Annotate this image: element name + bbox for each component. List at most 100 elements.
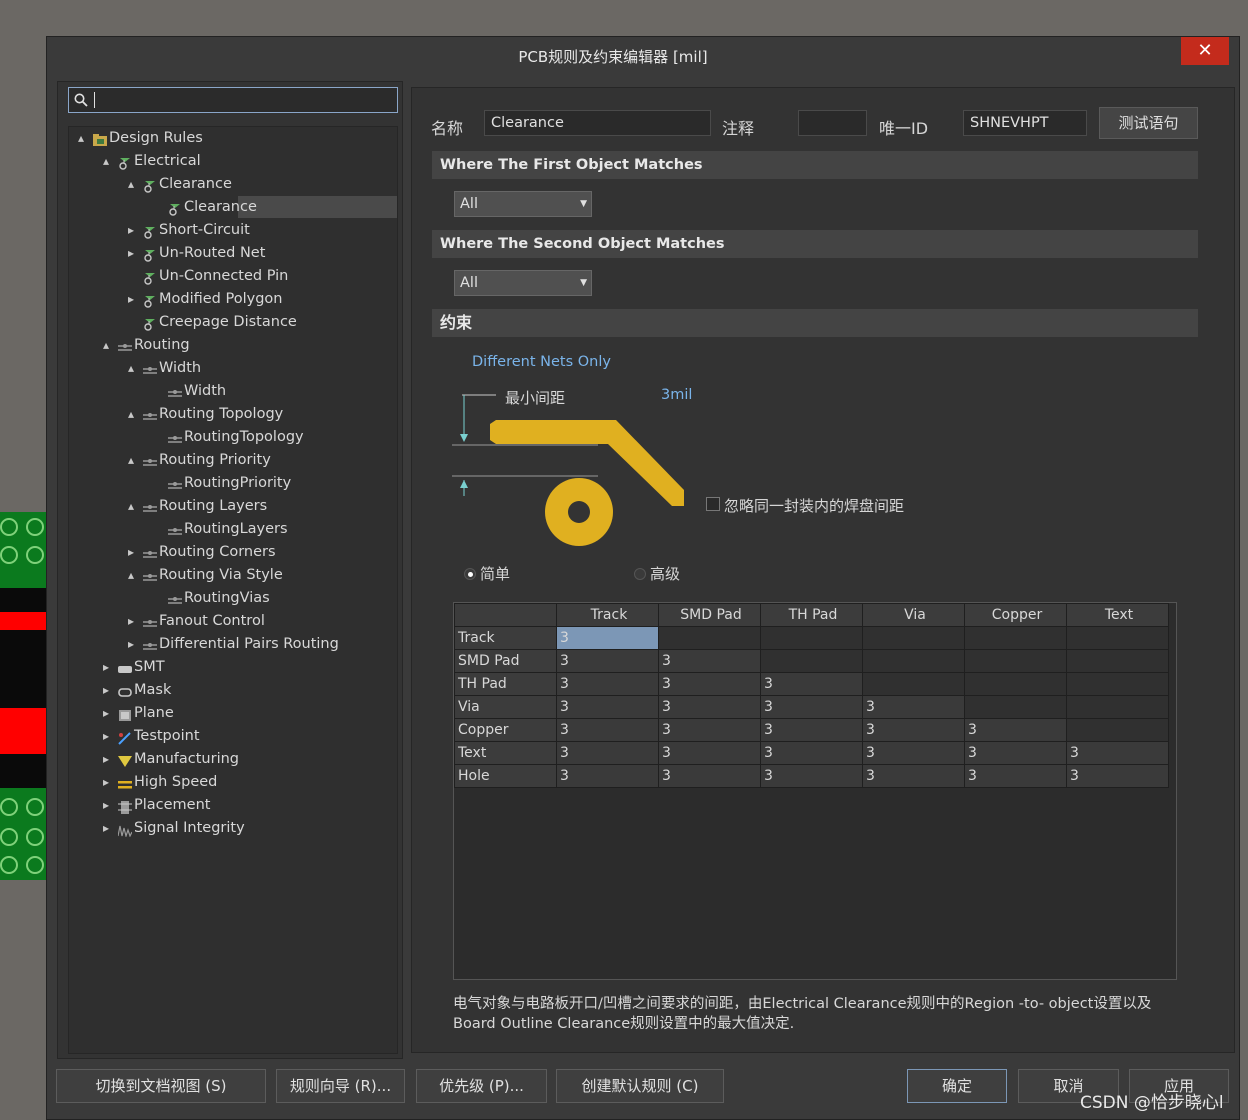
collapse-arrow-icon[interactable]: ▴	[100, 334, 112, 356]
matrix-cell[interactable]: 3	[556, 695, 659, 719]
expand-arrow-icon[interactable]: ▸	[100, 656, 112, 678]
expand-arrow-icon[interactable]: ▸	[100, 748, 112, 770]
test-query-button[interactable]: 测试语句	[1099, 107, 1198, 139]
tree-item-fanout-control[interactable]: ▸ Fanout Control	[69, 610, 395, 632]
matrix-cell[interactable]: 3	[556, 672, 659, 696]
matrix-cell[interactable]: 3	[862, 741, 965, 765]
collapse-arrow-icon[interactable]: ▴	[125, 495, 137, 517]
matrix-cell[interactable]: 3	[556, 649, 659, 673]
expand-arrow-icon[interactable]: ▸	[100, 771, 112, 793]
expand-arrow-icon[interactable]: ▸	[125, 633, 137, 655]
matrix-cell[interactable]: 3	[658, 649, 761, 673]
unique-id-field[interactable]: SHNEVHPT	[963, 110, 1087, 136]
tree-item-short-circuit[interactable]: ▸ Short-Circuit	[69, 219, 395, 241]
expand-arrow-icon[interactable]: ▸	[100, 817, 112, 839]
tree-item-creepage-distance[interactable]: Creepage Distance	[69, 311, 395, 333]
matrix-cell[interactable]: 3	[760, 672, 863, 696]
tree-item-differential-pairs-routing[interactable]: ▸ Differential Pairs Routing	[69, 633, 395, 655]
rule-wizard-button[interactable]: 规则向导 (R)...	[276, 1069, 405, 1103]
matrix-cell[interactable]: 3	[760, 764, 863, 788]
expand-arrow-icon[interactable]: ▸	[100, 702, 112, 724]
tree-item-modified-polygon[interactable]: ▸ Modified Polygon	[69, 288, 395, 310]
collapse-arrow-icon[interactable]: ▴	[100, 150, 112, 172]
first-object-select[interactable]: All ▼	[454, 191, 592, 217]
matrix-cell[interactable]: 3	[862, 718, 965, 742]
second-object-select[interactable]: All ▼	[454, 270, 592, 296]
matrix-cell[interactable]: 3	[862, 764, 965, 788]
matrix-cell[interactable]: 3	[862, 695, 965, 719]
comment-field[interactable]	[798, 110, 867, 136]
priority-button[interactable]: 优先级 (P)...	[416, 1069, 547, 1103]
expand-arrow-icon[interactable]: ▸	[125, 541, 137, 563]
tree-item-routing[interactable]: ▴ Routing	[69, 334, 395, 356]
matrix-cell[interactable]: 3	[556, 626, 659, 650]
matrix-cell[interactable]: 3	[964, 764, 1067, 788]
matrix-cell[interactable]: 3	[658, 764, 761, 788]
tree-item-testpoint[interactable]: ▸ Testpoint	[69, 725, 395, 747]
tree-item-un-routed-net[interactable]: ▸ Un-Routed Net	[69, 242, 395, 264]
ok-button[interactable]: 确定	[907, 1069, 1007, 1103]
collapse-arrow-icon[interactable]: ▴	[125, 564, 137, 586]
tree-item-routinglayers[interactable]: RoutingLayers	[69, 518, 395, 540]
tree-item-clearance[interactable]: ▴ Clearance	[69, 173, 395, 195]
tree-item-routing-topology[interactable]: ▴ Routing Topology	[69, 403, 395, 425]
tree-item-mask[interactable]: ▸ Mask	[69, 679, 395, 701]
matrix-cell[interactable]: 3	[1066, 741, 1169, 765]
matrix-cell[interactable]: 3	[556, 764, 659, 788]
expand-arrow-icon[interactable]: ▸	[125, 219, 137, 241]
rules-tree[interactable]: ▴ Design Rules ▴ Electrical ▴ Clearance Cleara…	[68, 126, 398, 1054]
simple-mode-radio[interactable]	[464, 568, 476, 580]
document-view-button[interactable]: 切换到文档视图 (S)	[56, 1069, 266, 1103]
matrix-cell[interactable]: 3	[658, 718, 761, 742]
tree-item-width[interactable]: ▴ Width	[69, 357, 395, 379]
expand-arrow-icon[interactable]: ▸	[125, 288, 137, 310]
matrix-cell[interactable]: 3	[760, 695, 863, 719]
collapse-arrow-icon[interactable]: ▴	[125, 403, 137, 425]
matrix-cell[interactable]: 3	[658, 741, 761, 765]
tree-item-routing-layers[interactable]: ▴ Routing Layers	[69, 495, 395, 517]
collapse-arrow-icon[interactable]: ▴	[125, 357, 137, 379]
expand-arrow-icon[interactable]: ▸	[100, 794, 112, 816]
collapse-arrow-icon[interactable]: ▴	[125, 449, 137, 471]
tree-item-routingpriority[interactable]: RoutingPriority	[69, 472, 395, 494]
advanced-mode-radio[interactable]	[634, 568, 646, 580]
create-default-rules-button[interactable]: 创建默认规则 (C)	[556, 1069, 724, 1103]
tree-item-un-connected-pin[interactable]: Un-Connected Pin	[69, 265, 395, 287]
collapse-arrow-icon[interactable]: ▴	[125, 173, 137, 195]
matrix-cell[interactable]: 3	[760, 741, 863, 765]
expand-arrow-icon[interactable]: ▸	[125, 610, 137, 632]
tree-item-electrical[interactable]: ▴ Electrical	[69, 150, 395, 172]
tree-item-plane[interactable]: ▸ Plane	[69, 702, 395, 724]
tree-item-routingtopology[interactable]: RoutingTopology	[69, 426, 395, 448]
close-button[interactable]: ✕	[1181, 37, 1229, 65]
tree-item-manufacturing[interactable]: ▸ Manufacturing	[69, 748, 395, 770]
ignore-pads-checkbox[interactable]	[706, 497, 720, 511]
tree-item-clearance[interactable]: Clearance	[169, 196, 397, 218]
tree-item-routingvias[interactable]: RoutingVias	[69, 587, 395, 609]
tree-item-smt[interactable]: ▸ SMT	[69, 656, 395, 678]
matrix-cell[interactable]: 3	[760, 718, 863, 742]
tree-item-width[interactable]: Width	[69, 380, 395, 402]
tree-item-routing-corners[interactable]: ▸ Routing Corners	[69, 541, 395, 563]
matrix-cell[interactable]: 3	[556, 718, 659, 742]
tree-item-high-speed[interactable]: ▸ High Speed	[69, 771, 395, 793]
matrix-cell[interactable]: 3	[1066, 764, 1169, 788]
matrix-cell[interactable]: 3	[658, 672, 761, 696]
net-scope-link[interactable]: Different Nets Only	[472, 354, 611, 370]
expand-arrow-icon[interactable]: ▸	[100, 679, 112, 701]
matrix-cell[interactable]: 3	[964, 718, 1067, 742]
matrix-cell[interactable]: 3	[964, 741, 1067, 765]
tree-item-design-rules[interactable]: ▴ Design Rules	[69, 127, 395, 149]
tree-item-routing-priority[interactable]: ▴ Routing Priority	[69, 449, 395, 471]
expand-arrow-icon[interactable]: ▸	[100, 725, 112, 747]
search-input[interactable]	[68, 87, 398, 113]
collapse-arrow-icon[interactable]: ▴	[75, 127, 87, 149]
name-field[interactable]: Clearance	[484, 110, 711, 136]
tree-item-placement[interactable]: ▸ Placement	[69, 794, 395, 816]
matrix-cell[interactable]: 3	[556, 741, 659, 765]
min-clearance-value[interactable]: 3mil	[661, 387, 692, 403]
tree-item-signal-integrity[interactable]: ▸ Signal Integrity	[69, 817, 395, 839]
expand-arrow-icon[interactable]: ▸	[125, 242, 137, 264]
matrix-cell[interactable]: 3	[658, 695, 761, 719]
tree-item-routing-via-style[interactable]: ▴ Routing Via Style	[69, 564, 395, 586]
